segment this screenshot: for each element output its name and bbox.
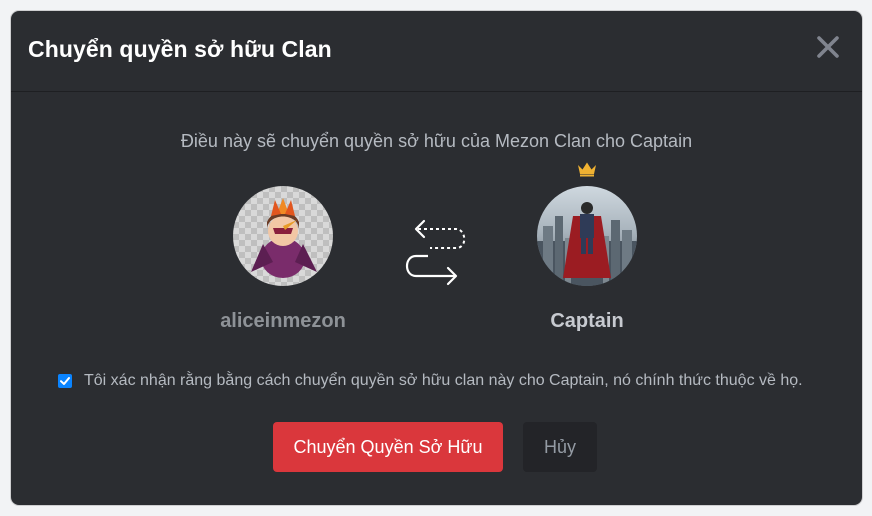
transfer-ownership-dialog: Chuyển quyền sở hữu Clan Điều này sẽ chu… <box>11 11 862 505</box>
dialog-title: Chuyển quyền sở hữu Clan <box>28 36 332 62</box>
from-username: aliceinmezon <box>220 310 346 332</box>
close-icon <box>817 36 839 58</box>
cancel-button[interactable]: Hủy <box>523 422 597 472</box>
to-user: Captain <box>497 186 677 333</box>
confirm-text: Tôi xác nhận rằng bằng cách chuyển quyền… <box>84 372 803 389</box>
from-user: aliceinmezon <box>193 186 373 333</box>
confirm-checkbox[interactable] <box>58 374 72 388</box>
to-username: Captain <box>550 310 624 332</box>
swap-arrows-icon <box>405 219 466 286</box>
dialog-header: Chuyển quyền sở hữu Clan <box>11 11 862 92</box>
to-user-avatar <box>537 186 637 286</box>
confirm-checkbox-row[interactable]: Tôi xác nhận rằng bằng cách chuyển quyền… <box>58 370 848 392</box>
checkmark-icon <box>60 377 70 385</box>
transfer-description: Điều này sẽ chuyển quyền sở hữu của Mezo… <box>180 131 693 151</box>
from-user-avatar <box>233 186 333 286</box>
close-button[interactable] <box>814 33 842 61</box>
crown-icon <box>578 162 596 177</box>
transfer-ownership-button[interactable]: Chuyển Quyền Sở Hữu <box>273 422 503 472</box>
